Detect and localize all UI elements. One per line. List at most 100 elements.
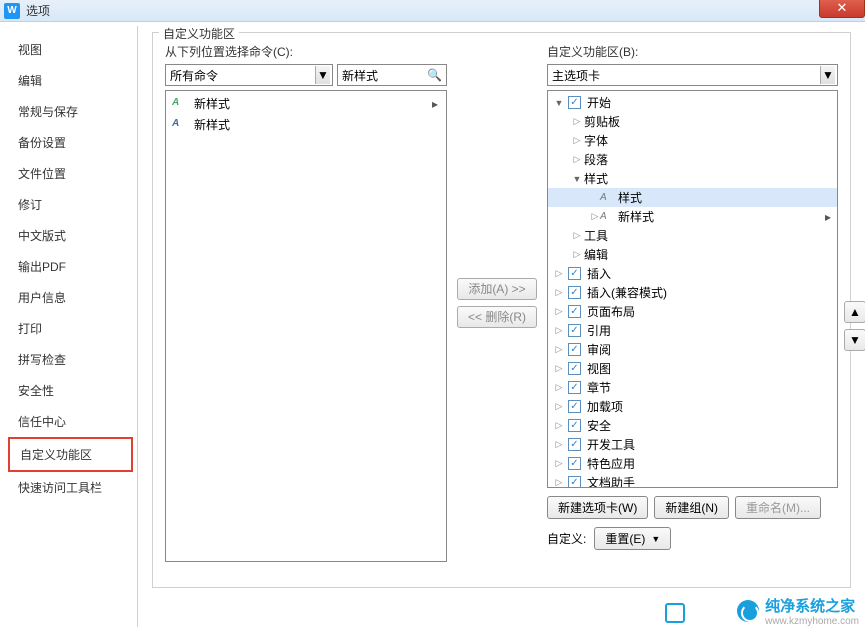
sidebar-item[interactable]: 修订 — [8, 189, 133, 220]
titlebar: W 选项 ✕ — [0, 0, 865, 22]
tree-row[interactable]: ✓ 安全 — [548, 416, 837, 435]
checkbox[interactable]: ✓ — [568, 381, 581, 394]
close-button[interactable]: ✕ — [819, 0, 865, 18]
new-tab-button[interactable]: 新建选项卡(W) — [547, 496, 648, 519]
tree-row[interactable]: ✓ 视图 — [548, 359, 837, 378]
expand-icon[interactable] — [572, 135, 582, 146]
checkbox[interactable]: ✓ — [568, 457, 581, 470]
tree-row[interactable]: 编辑 — [548, 245, 837, 264]
sidebar-item[interactable]: 打印 — [8, 313, 133, 344]
checkbox[interactable]: ✓ — [568, 267, 581, 280]
tree-label: 页面布局 — [585, 303, 635, 320]
sidebar-item[interactable]: 文件位置 — [8, 158, 133, 189]
expand-icon[interactable] — [572, 116, 582, 127]
list-item[interactable]: A新样式 — [168, 114, 444, 135]
sidebar-item[interactable]: 输出PDF — [8, 251, 133, 282]
tree-row[interactable]: ✓章节 — [548, 378, 837, 397]
tree-row[interactable]: ✓开发工具 — [548, 435, 837, 454]
expand-icon[interactable] — [572, 174, 582, 184]
sidebar-item[interactable]: 自定义功能区 — [8, 437, 133, 472]
checkbox[interactable]: ✓ — [568, 286, 581, 299]
tree-row[interactable]: ✓审阅 — [548, 340, 837, 359]
tree-row[interactable]: ✓加载项 — [548, 397, 837, 416]
sidebar-item[interactable]: 安全性 — [8, 375, 133, 406]
checkbox[interactable]: ✓ — [568, 419, 581, 432]
expand-icon[interactable] — [554, 306, 564, 317]
ribbon-tree[interactable]: ✓开始剪贴板字体段落样式A样式A新样式▸工具编辑✓插入✓插入(兼容模式)✓页面布… — [547, 90, 838, 488]
expand-icon[interactable] — [554, 382, 564, 393]
tree-row[interactable]: 字体 — [548, 131, 837, 150]
sidebar-item[interactable]: 拼写检查 — [8, 344, 133, 375]
watermark: 纯净系统之家 www.kzmyhome.com — [737, 595, 859, 627]
expand-icon[interactable] — [554, 98, 564, 108]
checkbox[interactable]: ✓ — [568, 362, 581, 375]
ok-button-fragment[interactable] — [665, 603, 685, 623]
tree-row[interactable]: A新样式▸ — [548, 207, 837, 226]
sidebar-item[interactable]: 信任中心 — [8, 406, 133, 437]
fieldset-title: 自定义功能区 — [159, 25, 239, 42]
expand-icon[interactable] — [590, 211, 600, 222]
commands-list[interactable]: A新样式▸A新样式 — [165, 90, 447, 562]
sidebar-item[interactable]: 中文版式 — [8, 220, 133, 251]
tree-label: 特色应用 — [585, 455, 635, 472]
tree-label: 段落 — [582, 151, 608, 168]
command-search-input[interactable]: 新样式 🔍 — [337, 64, 447, 86]
expand-icon[interactable] — [554, 477, 564, 488]
tree-row[interactable]: A样式 — [548, 188, 837, 207]
sidebar-item[interactable]: 备份设置 — [8, 127, 133, 158]
expand-icon[interactable] — [572, 249, 582, 260]
expand-icon[interactable] — [572, 154, 582, 165]
expand-icon[interactable] — [554, 401, 564, 412]
move-up-button[interactable]: ▲ — [844, 301, 865, 323]
tree-label: 视图 — [585, 360, 611, 377]
expand-icon[interactable] — [554, 344, 564, 355]
tree-row[interactable]: ✓ 引用 — [548, 321, 837, 340]
checkbox[interactable]: ✓ — [568, 343, 581, 356]
expand-icon[interactable] — [554, 458, 564, 469]
expand-icon[interactable] — [572, 230, 582, 241]
tree-label: 安全 — [585, 417, 611, 434]
tree-row[interactable]: 段落 — [548, 150, 837, 169]
sidebar-item[interactable]: 用户信息 — [8, 282, 133, 313]
new-group-button[interactable]: 新建组(N) — [654, 496, 729, 519]
expand-icon[interactable] — [554, 420, 564, 431]
tree-row[interactable]: 工具 — [548, 226, 837, 245]
transfer-column: 添加(A) >> << 删除(R) — [457, 43, 537, 562]
checkbox[interactable]: ✓ — [568, 476, 581, 488]
tree-row[interactable]: 剪贴板 — [548, 112, 837, 131]
checkbox[interactable]: ✓ — [568, 96, 581, 109]
customize-ribbon-label: 自定义功能区(B): — [547, 43, 838, 60]
tree-row[interactable]: ✓插入(兼容模式) — [548, 283, 837, 302]
tree-row[interactable]: ✓ 特色应用 — [548, 454, 837, 473]
chevron-down-icon: ▼ — [315, 66, 330, 84]
sidebar-item[interactable]: 快速访问工具栏 — [8, 472, 133, 503]
remove-button[interactable]: << 删除(R) — [457, 306, 537, 328]
reset-button[interactable]: 重置(E) ▼ — [594, 527, 671, 550]
sidebar-item[interactable]: 常规与保存 — [8, 96, 133, 127]
expand-icon[interactable] — [554, 268, 564, 279]
expand-icon[interactable] — [554, 363, 564, 374]
sidebar-item[interactable]: 视图 — [8, 34, 133, 65]
expand-icon[interactable] — [554, 439, 564, 450]
rename-button[interactable]: 重命名(M)... — [735, 496, 821, 519]
expand-icon[interactable] — [554, 325, 564, 336]
move-down-button[interactable]: ▼ — [844, 329, 865, 351]
list-item[interactable]: A新样式▸ — [168, 93, 444, 114]
tree-row[interactable]: ✓插入 — [548, 264, 837, 283]
tree-row[interactable]: ✓ 页面布局 — [548, 302, 837, 321]
tree-label: 引用 — [585, 322, 611, 339]
add-button[interactable]: 添加(A) >> — [457, 278, 537, 300]
checkbox[interactable]: ✓ — [568, 305, 581, 318]
search-icon: 🔍 — [427, 68, 442, 82]
expand-icon[interactable] — [554, 287, 564, 298]
checkbox[interactable]: ✓ — [568, 400, 581, 413]
tree-row[interactable]: 样式 — [548, 169, 837, 188]
checkbox[interactable]: ✓ — [568, 324, 581, 337]
tree-row[interactable]: ✓文档助手 — [548, 473, 837, 488]
tree-row[interactable]: ✓开始 — [548, 93, 837, 112]
commands-source-combo[interactable]: 所有命令 ▼ — [165, 64, 333, 86]
checkbox[interactable]: ✓ — [568, 438, 581, 451]
ribbon-tabs-combo[interactable]: 主选项卡 ▼ — [547, 64, 838, 86]
ribbon-column: 自定义功能区(B): 主选项卡 ▼ ✓开始剪贴板字体段落样式A样式A新样式▸工具… — [547, 43, 838, 562]
sidebar-item[interactable]: 编辑 — [8, 65, 133, 96]
